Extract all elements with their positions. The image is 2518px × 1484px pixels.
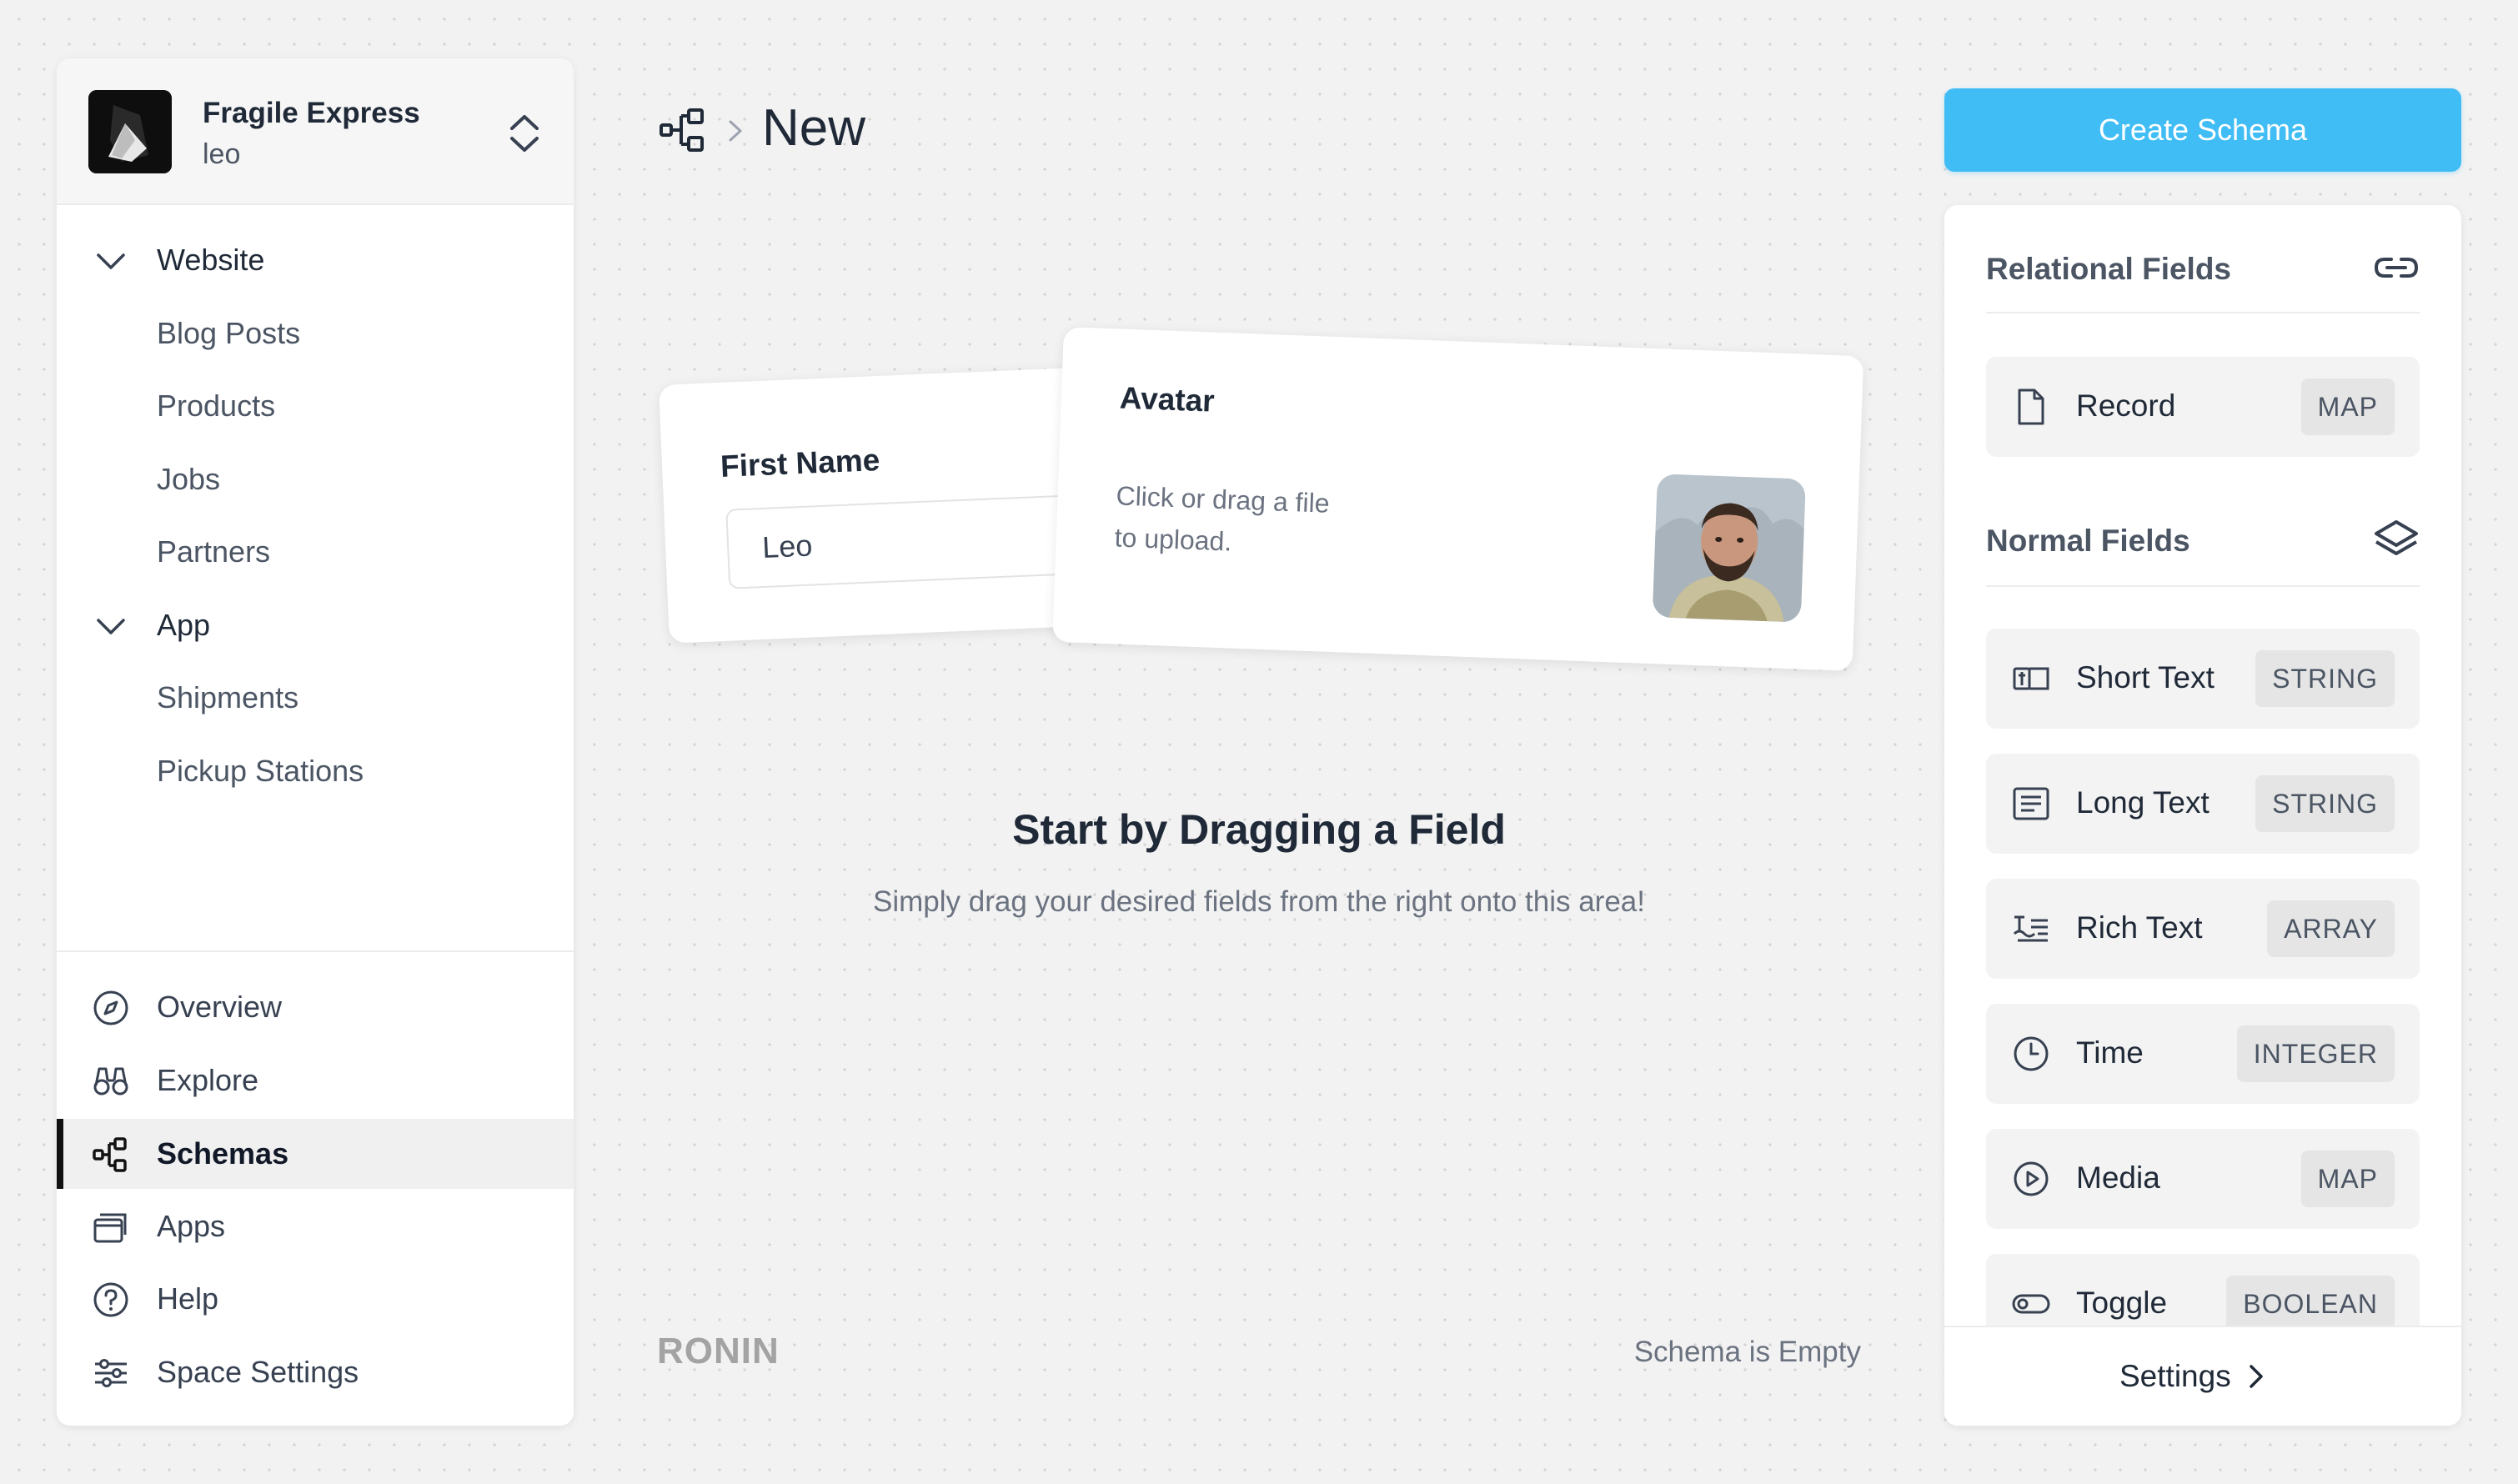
clock-icon	[2014, 1036, 2049, 1071]
sidebar-item-label: Explore	[157, 1063, 259, 1097]
chevron-down-icon	[97, 619, 125, 634]
sidebar-group-label: Website	[157, 243, 265, 277]
sidebar-group-app[interactable]: App	[57, 590, 574, 660]
sidebar-item-partners[interactable]: Partners	[57, 517, 574, 587]
section-divider	[1986, 585, 2420, 587]
normal-fields-title: Normal Fields	[1986, 524, 2190, 558]
binoculars-icon	[93, 1067, 128, 1095]
schema-icon	[93, 1137, 127, 1172]
create-schema-button[interactable]: Create Schema	[1944, 88, 2461, 172]
sidebar-item-explore[interactable]: Explore	[57, 1045, 574, 1116]
field-long-text[interactable]: Long Text STRING	[1986, 754, 2420, 854]
sidebar-item-jobs[interactable]: Jobs	[57, 444, 574, 514]
upload-hint: to upload.	[1114, 522, 1232, 557]
toggle-icon	[2012, 1294, 2050, 1314]
sidebar-item-label: Products	[157, 389, 276, 423]
field-record[interactable]: Record MAP	[1986, 357, 2420, 457]
play-icon	[2014, 1161, 2049, 1196]
sidebar-item-label: Space Settings	[157, 1355, 359, 1389]
empty-state-title: Start by Dragging a Field	[1012, 806, 1506, 853]
link-icon	[2374, 258, 2419, 278]
sidebar-item-apps[interactable]: Apps	[57, 1191, 574, 1261]
field-type-badge: INTEGER	[2236, 1025, 2395, 1082]
sidebar-item-help[interactable]: Help	[57, 1264, 574, 1334]
sidebar-item-shipments[interactable]: Shipments	[57, 663, 574, 733]
space-logo	[88, 90, 172, 173]
sidebar-item-label: Help	[157, 1281, 219, 1316]
rich-text-icon	[2013, 915, 2048, 942]
field-label: First Name	[720, 442, 881, 484]
sidebar-item-label: Overview	[157, 990, 283, 1024]
field-type-badge: ARRAY	[2267, 900, 2395, 957]
sidebar-item-overview[interactable]: Overview	[57, 972, 574, 1042]
fields-panel: Relational Fields Record MAP Normal Fiel…	[1944, 205, 2461, 1426]
field-type-badge: STRING	[2255, 650, 2395, 707]
field-name: Media	[2076, 1161, 2160, 1195]
settings-label: Settings	[2119, 1359, 2231, 1393]
field-rich-text[interactable]: Rich Text ARRAY	[1986, 879, 2420, 979]
field-short-text[interactable]: Short Text STRING	[1986, 629, 2420, 729]
field-name: Time	[2076, 1035, 2144, 1070]
settings-button[interactable]: Settings	[2119, 1359, 2270, 1394]
help-icon	[93, 1282, 128, 1317]
space-name: Fragile Express	[203, 97, 420, 129]
relational-fields-title: Relational Fields	[1986, 252, 2232, 286]
page-title: New	[762, 99, 866, 157]
sidebar-item-pickup-stations[interactable]: Pickup Stations	[57, 736, 574, 806]
field-name: Record	[2076, 389, 2176, 423]
empty-state-subtitle: Simply drag your desired fields from the…	[873, 885, 1645, 918]
field-name: Long Text	[2076, 785, 2210, 820]
field-type-badge: MAP	[2300, 1151, 2395, 1207]
sidebar-divider	[57, 950, 574, 952]
chevron-down-icon	[97, 253, 125, 269]
panel-footer: Settings	[1944, 1326, 2461, 1426]
chevron-right-icon	[2249, 1365, 2263, 1388]
upload-hint: Click or drag a file	[1115, 480, 1331, 519]
section-divider	[1986, 312, 2420, 313]
long-text-icon	[2013, 787, 2049, 820]
field-name: Rich Text	[2076, 910, 2203, 945]
chevron-up-down-icon[interactable]	[504, 108, 545, 158]
layers-icon	[2375, 520, 2418, 555]
windows-icon	[93, 1213, 127, 1243]
sidebar-item-label: Shipments	[157, 680, 299, 714]
field-name: Short Text	[2076, 660, 2215, 694]
sidebar-group-label: App	[157, 608, 211, 642]
field-type-badge: MAP	[2300, 379, 2395, 435]
compass-icon	[93, 990, 128, 1025]
avatar-image[interactable]	[1652, 474, 1806, 623]
field-type-badge: BOOLEAN	[2226, 1276, 2395, 1332]
sliders-icon	[95, 1359, 127, 1387]
avatar-field-preview: Avatar Click or drag a file to upload.	[1052, 327, 1864, 671]
space-user: leo	[203, 138, 241, 170]
space-switcher[interactable]: Fragile Express leo	[57, 58, 574, 205]
brand-logo: RONIN	[657, 1331, 780, 1371]
sidebar-item-label: Jobs	[157, 462, 221, 496]
field-name: Toggle	[2076, 1286, 2168, 1320]
sidebar-item-blog-posts[interactable]: Blog Posts	[57, 298, 574, 368]
field-media[interactable]: Media MAP	[1986, 1129, 2420, 1229]
schema-status: Schema is Empty	[1633, 1336, 1861, 1368]
document-icon	[2018, 389, 2044, 425]
sidebar-item-label: Schemas	[157, 1136, 289, 1171]
sidebar-item-schemas[interactable]: Schemas	[57, 1119, 574, 1189]
field-type-badge: STRING	[2255, 775, 2395, 832]
sidebar-item-products[interactable]: Products	[57, 371, 574, 441]
field-time[interactable]: Time INTEGER	[1986, 1004, 2420, 1104]
sidebar: Fragile Express leo Website Blog Posts P…	[57, 58, 574, 1426]
sidebar-item-label: Pickup Stations	[157, 754, 364, 788]
schema-icon[interactable]	[659, 107, 709, 153]
sidebar-group-website[interactable]: Website	[57, 225, 574, 295]
sidebar-item-label: Blog Posts	[157, 316, 301, 350]
short-text-icon	[2013, 667, 2049, 690]
sidebar-item-label: Partners	[157, 534, 271, 569]
chevron-right-icon	[729, 120, 742, 142]
sidebar-item-space-settings[interactable]: Space Settings	[57, 1337, 574, 1407]
field-label: Avatar	[1119, 380, 1216, 419]
sidebar-item-label: Apps	[157, 1209, 226, 1243]
active-indicator	[57, 1119, 63, 1189]
